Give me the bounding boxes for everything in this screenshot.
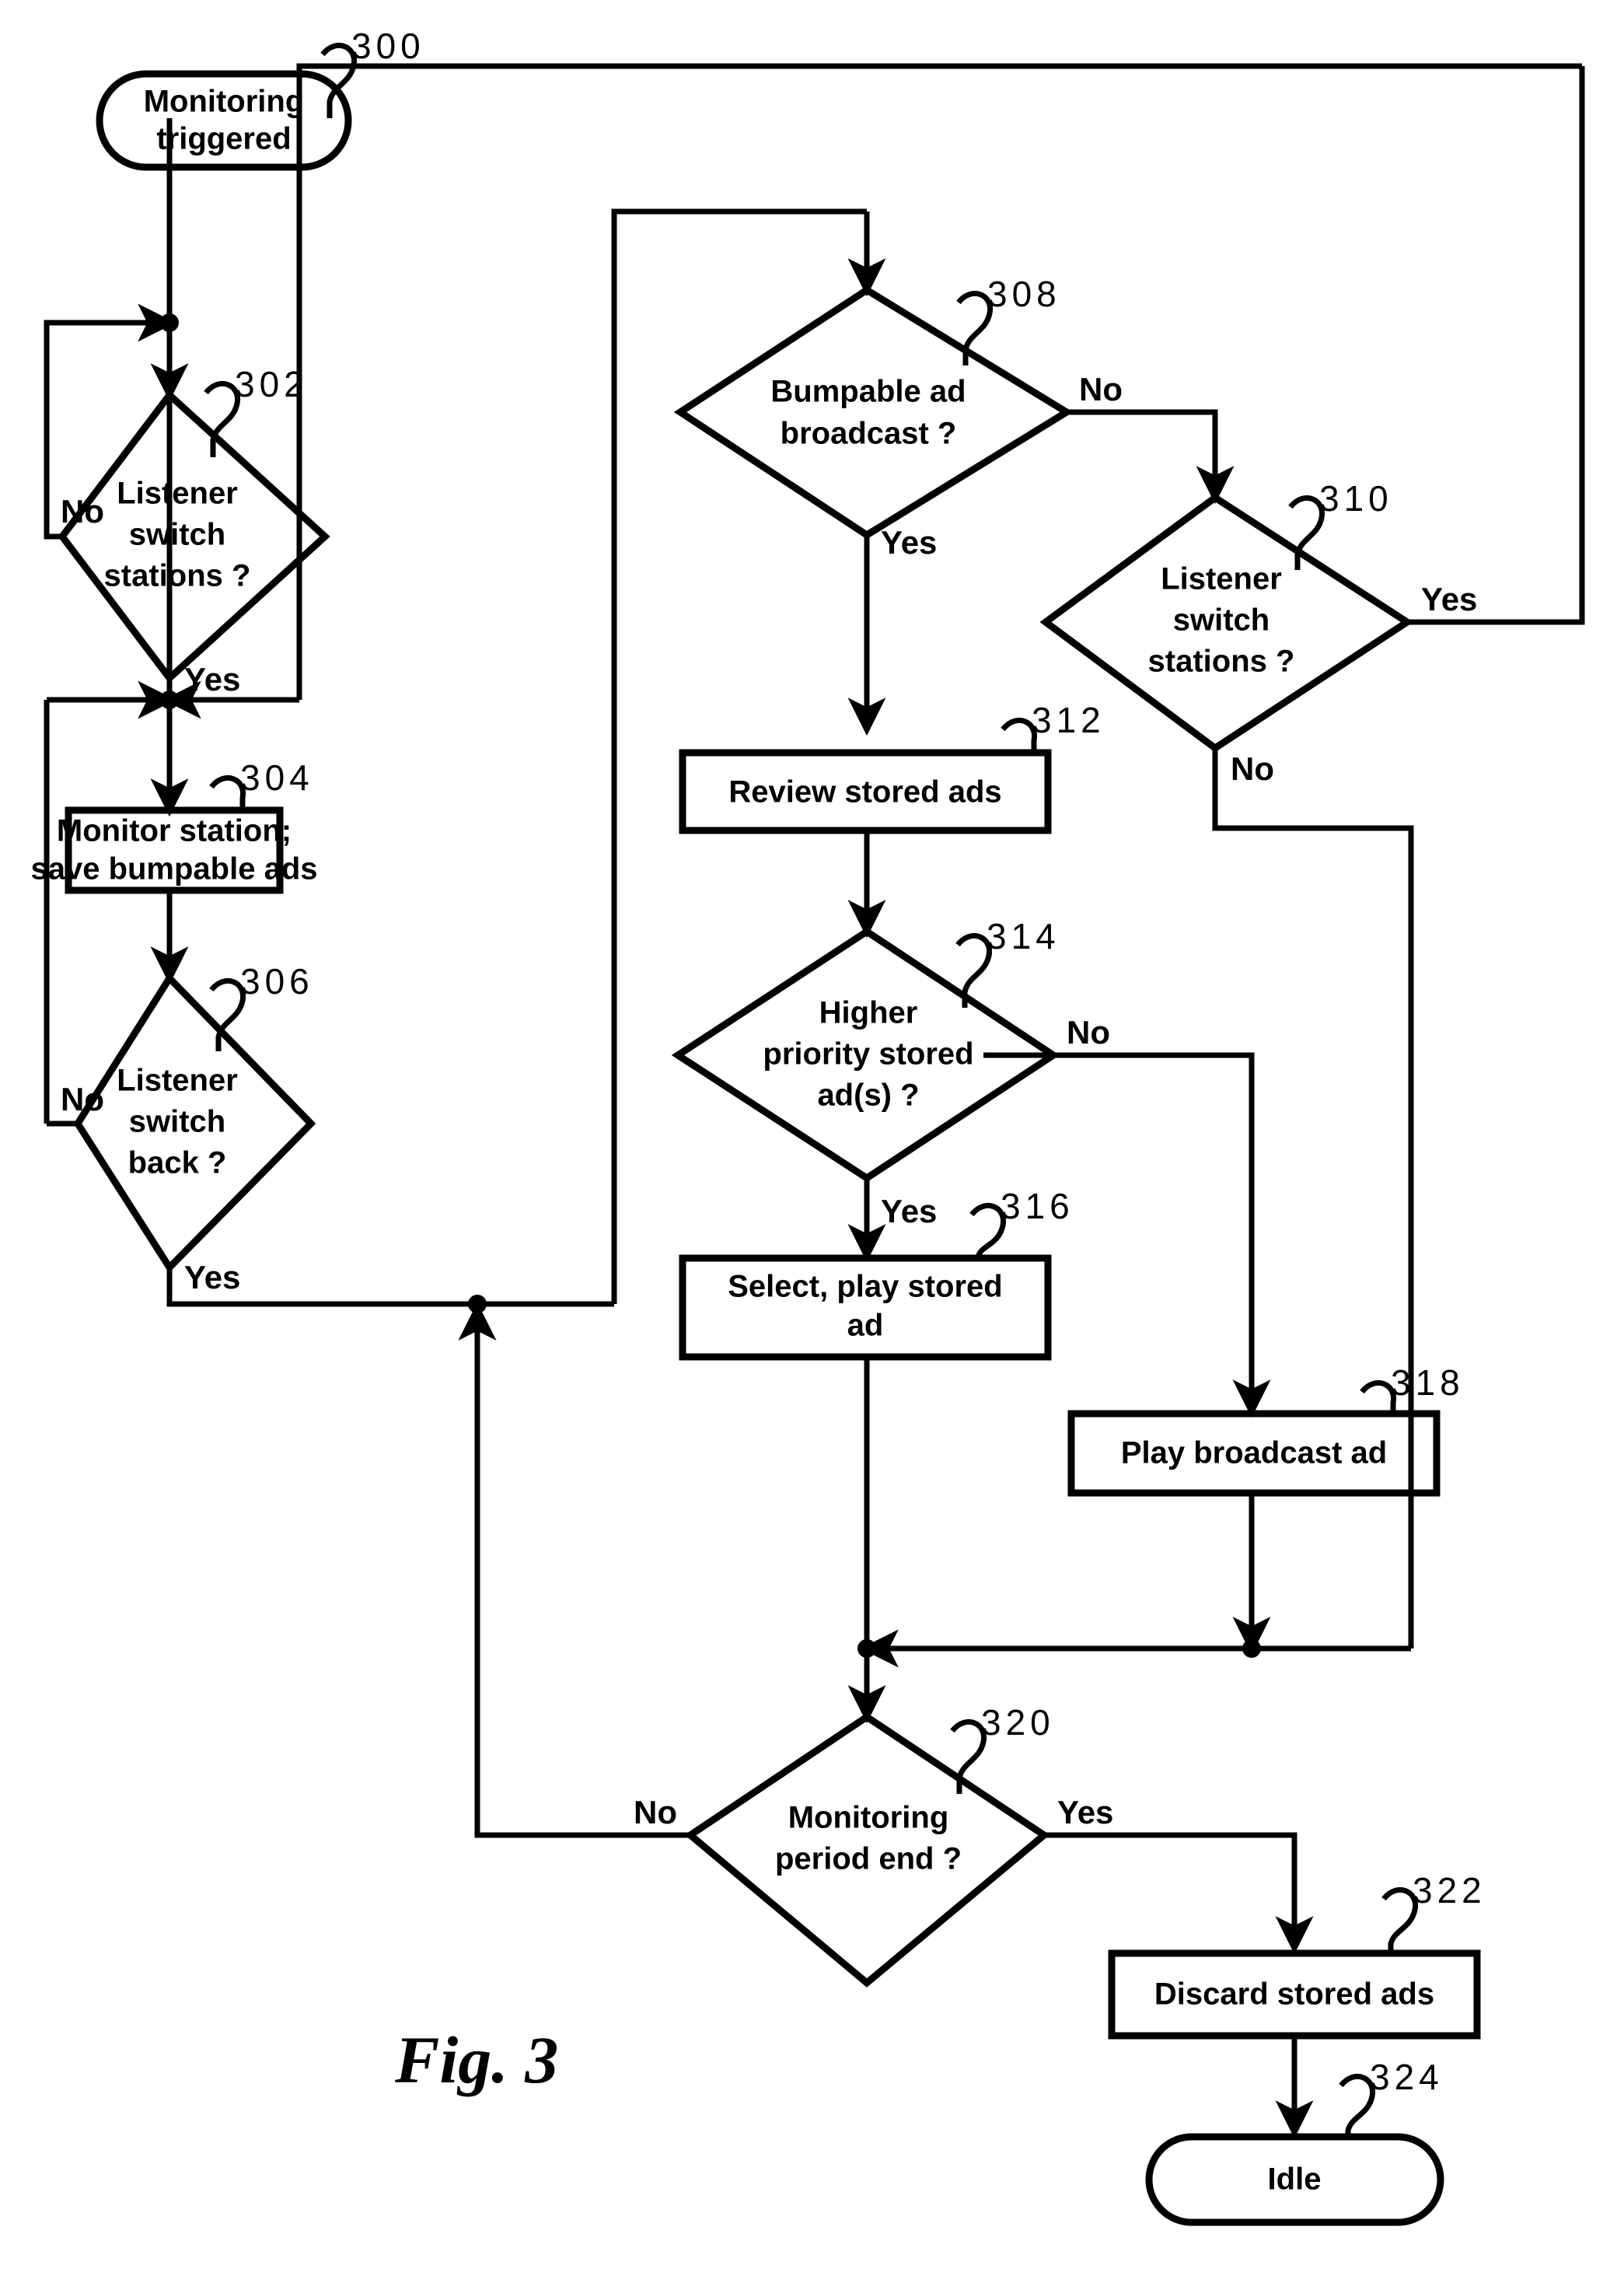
junction-dot-320-merge [857,1639,876,1658]
node-308-label-line1: Bumpable ad [770,375,966,409]
edge-310-no [1212,748,1414,1648]
branch-label-310-no: No [1231,750,1274,787]
ref-316: 316 [1001,1186,1074,1226]
leader-curl-316 [969,1203,1007,1258]
leader-curl-314 [955,933,993,1008]
node-320-label-line2: period end ? [775,1842,962,1876]
node-302-label-line3: stations ? [104,559,251,593]
node-324-idle[interactable]: Idle [1145,2133,1444,2226]
node-302-listener-switch-stations[interactable]: Listener switch stations ? [58,390,330,684]
node-318-play-broadcast-ad[interactable]: Play broadcast ad [1067,1410,1441,1497]
node-316-label-line2: ad [847,1309,884,1343]
ref-300: 300 [351,26,425,66]
node-322-discard-stored-ads[interactable]: Discard stored ads [1108,1949,1481,2040]
ref-306: 306 [240,961,314,1002]
branch-label-302-yes: Yes [184,661,240,697]
ref-324: 324 [1370,2057,1444,2097]
branch-label-320-yes: Yes [1057,1794,1113,1830]
node-314-label-line3: ad(s) ? [817,1079,919,1113]
branch-label-306-no: No [61,1081,104,1117]
branch-label-314-no: No [1067,1014,1110,1051]
node-304-monitor-station[interactable]: Monitor station; save bumpable ads [30,806,318,894]
node-322-label-line1: Discard stored ads [1154,1977,1434,2012]
branch-label-308-no: No [1079,371,1123,407]
node-316-select-play-stored-ad[interactable]: Select, play stored ad [679,1254,1052,1361]
ref-312: 312 [1032,700,1105,740]
ref-304: 304 [240,757,314,798]
ref-302: 302 [235,364,309,404]
node-302-label-line2: switch [129,518,225,552]
node-306-listener-switch-back[interactable]: Listener switch back ? [73,972,316,1274]
node-308-shape [673,285,1074,540]
edge-314-no-right [1053,1052,1271,1418]
leader-curl-312 [1001,718,1038,753]
node-314-label-line1: Higher [819,996,918,1030]
node-312-review-stored-ads[interactable]: Review stored ads [679,749,1052,834]
node-310-label-line2: switch [1173,603,1270,638]
ref-314: 314 [987,916,1060,956]
node-308-bumpable-ad-broadcast[interactable]: Bumpable ad broadcast ? [673,285,1074,540]
figure-page: Monitoring triggered Listener switch sta… [0,0,1624,2290]
node-300-label-line1: Monitoring [144,85,305,119]
node-302-label-line1: Listener [117,477,238,511]
node-300-label-line2: triggered [156,122,291,156]
branch-label-320-no: No [634,1794,677,1830]
node-306-label-line1: Listener [117,1064,238,1098]
node-324-label: Idle [1268,2162,1322,2197]
junction-dot-304-merge [160,690,179,709]
ref-322: 322 [1413,1870,1486,1911]
edge-320-no [458,1302,690,1838]
ref-320: 320 [981,1702,1055,1743]
node-306-label-line3: back ? [128,1146,227,1180]
leader-curl-324 [1339,2074,1376,2140]
branch-label-314-yes: Yes [881,1193,937,1229]
branch-label-302-no: No [61,493,104,530]
leader-curl-322 [1381,1887,1419,1953]
node-310-label-line1: Listener [1161,562,1282,596]
node-320-label-line1: Monitoring [788,1801,949,1835]
node-306-label-line2: switch [129,1105,225,1139]
figure-caption: Fig. 3 [394,2023,558,2097]
ref-310: 310 [1319,478,1393,519]
junction-dot-318-merge [1242,1639,1261,1658]
node-312-label-line1: Review stored ads [728,775,1001,809]
node-304-label-line2: save bumpable ads [30,852,317,886]
node-316-label-line1: Select, play stored [728,1270,1002,1304]
junction-dot-top [160,313,179,332]
flowchart-canvas: Monitoring triggered Listener switch sta… [30,26,1585,2226]
branch-label-306-yes: Yes [184,1259,240,1295]
edge-310-yes [1407,66,1585,625]
leader-curl-318 [1360,1380,1397,1414]
node-318-label-line1: Play broadcast ad [1121,1436,1387,1470]
leader-curl-304 [209,775,246,810]
node-314-label-line2: priority stored [763,1037,973,1072]
node-320-monitoring-period-end[interactable]: Monitoring period end ? [684,1712,1050,1988]
node-310-label-line3: stations ? [1148,645,1295,679]
branch-label-310-yes: Yes [1421,581,1477,617]
ref-318: 318 [1391,1362,1465,1403]
node-308-label-line2: broadcast ? [781,417,957,451]
edge-320-yes [1044,1832,1314,1955]
branch-label-308-yes: Yes [881,524,937,561]
ref-308: 308 [987,274,1061,314]
edge-308-no [1067,409,1235,505]
junction-dot-306-yes [468,1295,487,1313]
node-300-monitoring-triggered[interactable]: Monitoring triggered [96,70,352,171]
node-304-label-line1: Monitor station; [57,814,292,848]
